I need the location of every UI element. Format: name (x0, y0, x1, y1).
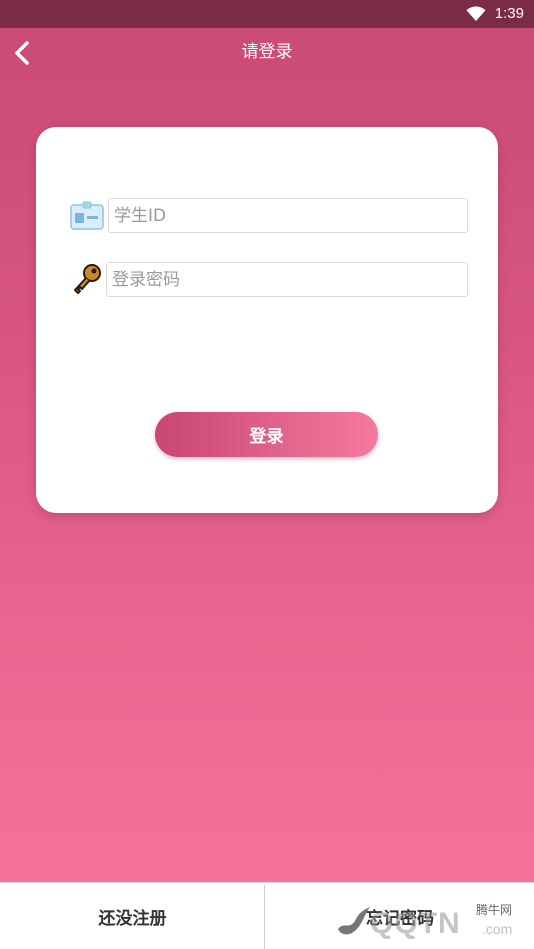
page-title: 请登录 (241, 42, 293, 62)
key-icon (74, 264, 101, 294)
id-card-icon (70, 201, 104, 230)
password-input[interactable] (106, 262, 468, 297)
bottom-divider (264, 885, 265, 949)
forgot-password-button[interactable]: 忘记密码 (266, 883, 534, 949)
wifi-icon (466, 6, 486, 21)
login-button[interactable]: 登录 (155, 412, 378, 457)
student-id-input[interactable] (108, 198, 468, 233)
status-time: 1:39 (494, 5, 524, 22)
bottom-bar: 还没注册 忘记密码 (0, 882, 534, 949)
register-button[interactable]: 还没注册 (0, 883, 265, 949)
nav-bar: 请登录 (0, 28, 534, 78)
login-card: 登录 (36, 127, 498, 513)
status-bar: 1:39 (0, 0, 534, 28)
